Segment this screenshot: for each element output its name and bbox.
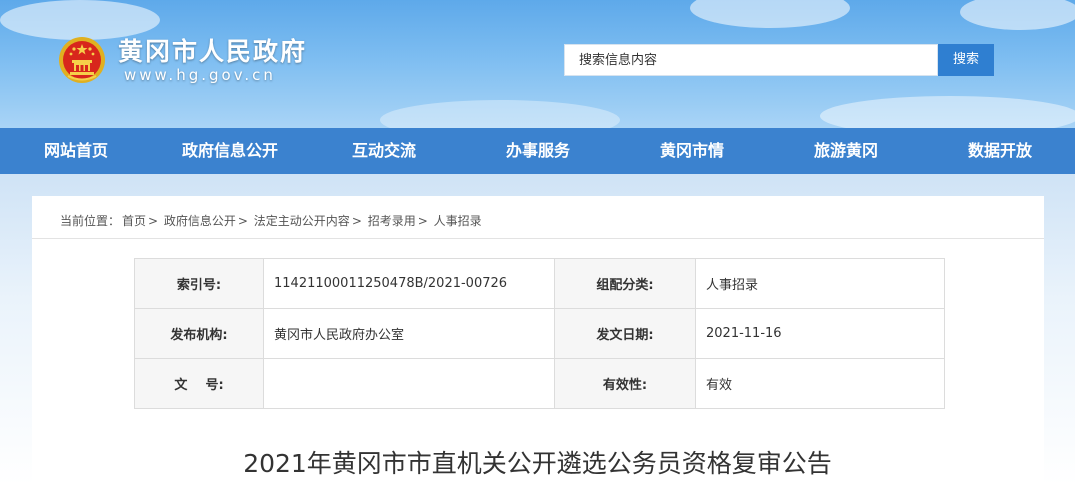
breadcrumb-separator: > [417,214,432,228]
cloud-decoration [690,0,850,28]
category-label: 组配分类: [554,258,696,309]
publisher-value: 黄冈市人民政府办公室 [263,308,555,359]
cloud-decoration [380,100,620,128]
breadcrumb-link-personnel[interactable]: 人事招录 [434,214,482,228]
nav-item-city-info[interactable]: 黄冈市情 [660,128,724,174]
breadcrumb-separator: > [351,214,366,228]
breadcrumb-link-gov-info[interactable]: 政府信息公开 [164,214,236,228]
nav-item-home[interactable]: 网站首页 [44,128,108,174]
nav-item-services[interactable]: 办事服务 [506,128,570,174]
category-value: 人事招录 [695,258,945,309]
docno-value [263,358,555,409]
publisher-label: 发布机构: [134,308,264,359]
site-url: www.hg.gov.cn [124,66,276,84]
table-row: 文 号: 有效性: 有效 [134,358,945,409]
cloud-decoration [820,96,1075,128]
nav-item-open-data[interactable]: 数据开放 [968,128,1032,174]
article-title: 2021年黄冈市市直机关公开遴选公务员资格复审公告 [243,449,832,478]
breadcrumb-prefix: 当前位置： [60,214,121,228]
nav-item-tourism[interactable]: 旅游黄冈 [814,128,878,174]
breadcrumb: 当前位置： 首页 > 政府信息公开 > 法定主动公开内容 > 招考录用 > 人事招录 [60,212,484,229]
validity-value: 有效 [695,358,945,409]
table-row: 索引号: 11421100011250478B/2021-00726 组配分类:… [134,258,945,309]
table-row: 发布机构: 黄冈市人民政府办公室 发文日期: 2021-11-16 [134,308,945,359]
breadcrumb-link-home[interactable]: 首页 [122,214,146,228]
validity-label: 有效性: [554,358,696,409]
index-value: 11421100011250478B/2021-00726 [263,258,555,309]
docno-label: 文 号: [134,358,264,409]
national-emblem-icon [59,37,105,83]
cloud-decoration [960,0,1075,30]
breadcrumb-link-statutory[interactable]: 法定主动公开内容 [254,214,350,228]
site-name: 黄冈市人民政府 [118,37,308,66]
nav-item-gov-info[interactable]: 政府信息公开 [182,128,278,174]
breadcrumb-separator: > [237,214,252,228]
search-input[interactable] [565,45,937,75]
main-nav: 网站首页 政府信息公开 互动交流 办事服务 黄冈市情 旅游黄冈 数据开放 [0,128,1075,174]
breadcrumb-link-recruitment[interactable]: 招考录用 [368,214,416,228]
search-button[interactable]: 搜索 [938,44,994,76]
document-meta-table: 索引号: 11421100011250478B/2021-00726 组配分类:… [134,258,945,409]
date-value: 2021-11-16 [695,308,945,359]
nav-item-interaction[interactable]: 互动交流 [352,128,416,174]
breadcrumb-divider [32,238,1044,239]
breadcrumb-separator: > [148,214,162,228]
search-box [564,44,938,76]
index-label: 索引号: [134,258,264,309]
date-label: 发文日期: [554,308,696,359]
